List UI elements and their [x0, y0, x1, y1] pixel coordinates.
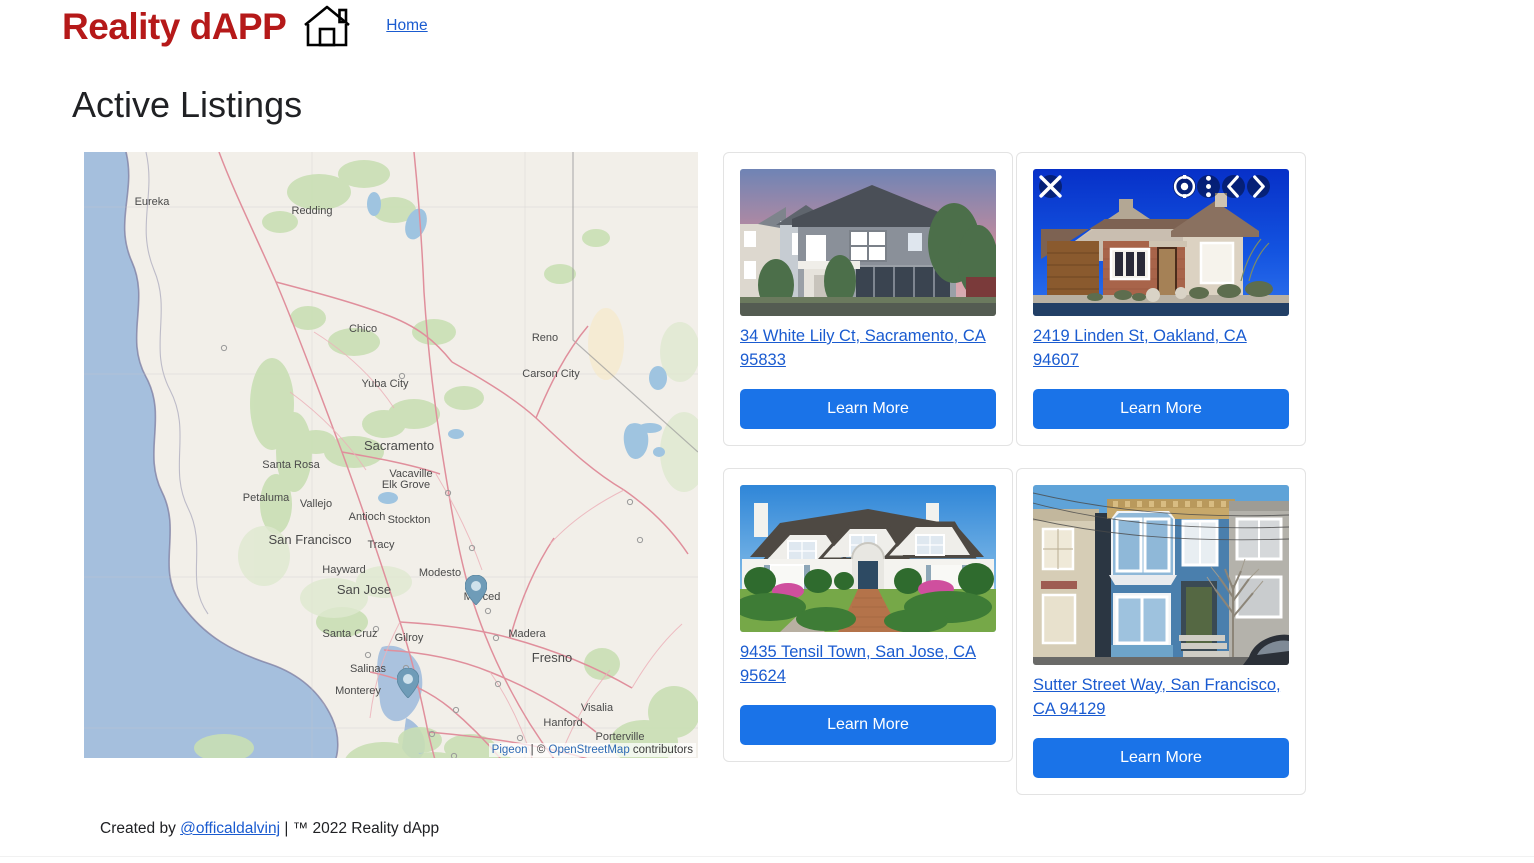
chevron-left-icon[interactable]: [1222, 175, 1245, 198]
photo-9435-tensil-town[interactable]: [740, 484, 996, 632]
footer: Created by @officaldalvinj | ™ 2022 Real…: [100, 820, 439, 838]
photo-2419-linden-st[interactable]: [1033, 169, 1289, 316]
listing-card: 2419 Linden St, Oakland, CA 94607 Learn …: [1016, 152, 1306, 446]
app-page: Reality dAPP Home Active Listings Eureka…: [0, 0, 1534, 863]
more-vertical-icon[interactable]: [1197, 175, 1220, 198]
chevron-right-icon[interactable]: [1247, 175, 1270, 198]
google-lens-icon[interactable]: [1173, 175, 1196, 198]
footer-divider: [0, 856, 1534, 857]
listings-grid: 34 White Lily Ct, Sacramento, CA 95833 L…: [723, 152, 1306, 817]
listing-address-link[interactable]: Sutter Street Way, San Francisco, CA 941…: [1033, 674, 1289, 722]
photo-sutter-street-way[interactable]: [1033, 484, 1289, 665]
listing-card: Sutter Street Way, San Francisco, CA 941…: [1016, 467, 1306, 795]
learn-more-button[interactable]: Learn More: [740, 704, 996, 745]
map-attr-contributors: contributors: [629, 744, 693, 756]
photo-34-white-lily-ct[interactable]: [740, 169, 996, 316]
learn-more-button[interactable]: Learn More: [1033, 388, 1289, 429]
map-attr-separator: | ©: [527, 744, 549, 756]
footer-author-link[interactable]: @officaldalvinj: [180, 820, 280, 837]
listing-address-link[interactable]: 34 White Lily Ct, Sacramento, CA 95833: [740, 325, 996, 373]
learn-more-button[interactable]: Learn More: [1033, 737, 1289, 778]
map-attribution: Pigeon | © OpenStreetMap contributors: [488, 743, 696, 757]
listing-address-link[interactable]: 2419 Linden St, Oakland, CA 94607: [1033, 325, 1289, 373]
listings-map[interactable]: Eureka Redding Chico Reno Yuba City Carson Ci…: [84, 152, 698, 758]
brand-title: Reality dAPP: [62, 5, 287, 47]
listing-address-link[interactable]: 9435 Tensil Town, San Jose, CA 95624: [740, 641, 996, 689]
footer-created-by: Created by: [100, 820, 181, 837]
page-title: Active Listings: [72, 84, 303, 126]
map-provider-link[interactable]: Pigeon: [492, 744, 528, 756]
navbar: Reality dAPP Home: [0, 0, 1534, 52]
map-marker-san-francisco[interactable]: [397, 668, 419, 698]
map-tiles: [84, 152, 698, 758]
footer-copyright: | ™ 2022 Reality dApp: [280, 820, 440, 837]
house-icon: [302, 3, 352, 52]
main-content: Eureka Redding Chico Reno Yuba City Carson Ci…: [84, 152, 1306, 817]
map-marker-sacramento[interactable]: [465, 575, 487, 605]
close-icon[interactable]: [1039, 175, 1062, 198]
listing-card: 34 White Lily Ct, Sacramento, CA 95833 L…: [723, 152, 1013, 446]
learn-more-button[interactable]: Learn More: [740, 388, 996, 429]
map-osm-link[interactable]: OpenStreetMap: [549, 744, 630, 756]
nav-link-home[interactable]: Home: [386, 17, 427, 35]
listing-card: 9435 Tensil Town, San Jose, CA 95624 Lea…: [723, 467, 1013, 762]
